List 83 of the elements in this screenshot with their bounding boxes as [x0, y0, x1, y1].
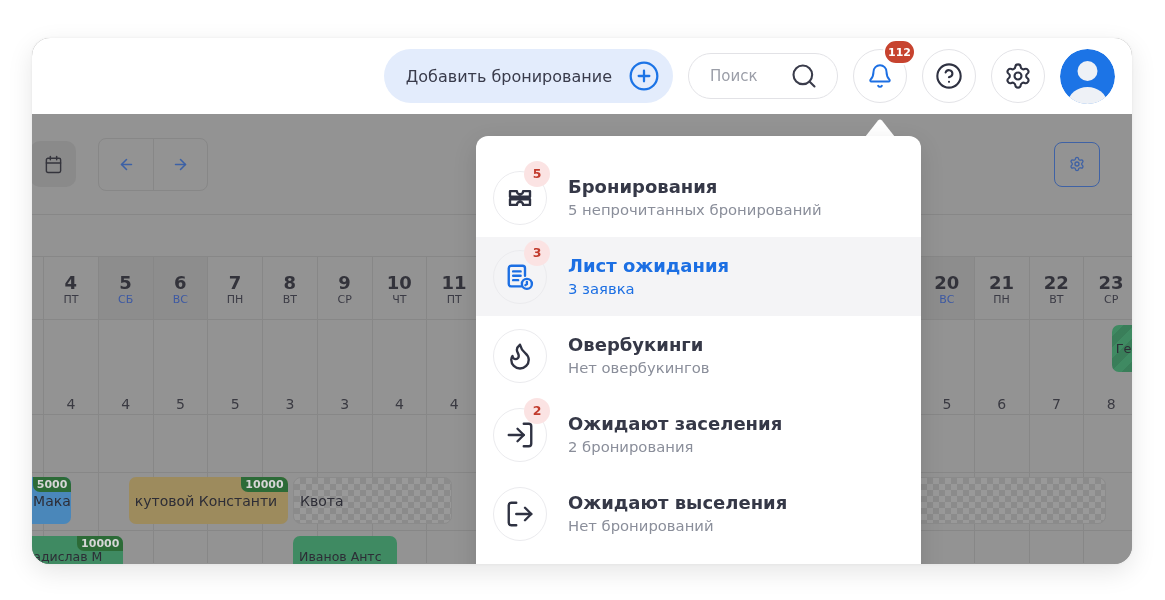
weekday-label: СР	[337, 292, 352, 307]
day-number: 4	[64, 271, 78, 293]
settings-icon	[1004, 62, 1032, 90]
menu-item-title: Овербукинги	[568, 334, 705, 356]
availability-count: 7	[1051, 396, 1061, 412]
day-number: 22	[1043, 271, 1069, 293]
availability-count: 3	[340, 396, 350, 412]
weekday-label: СБ	[118, 292, 134, 307]
quota-label: Квота	[300, 492, 344, 509]
weekday-label: ПТ	[63, 292, 79, 307]
menu-item-subtitle: Нет бронирований	[568, 517, 715, 535]
guest-name: Мака	[33, 492, 71, 509]
weekday-label: ПН	[226, 292, 244, 307]
calendar-icon	[43, 154, 63, 174]
count-badge: 5	[524, 160, 550, 187]
search-input[interactable]: Поиск	[710, 67, 766, 85]
day-number: 6	[174, 271, 187, 293]
day-number: 23	[1098, 271, 1124, 293]
weekday-label: ВС	[939, 292, 955, 307]
weekday-label: ВТ	[282, 292, 297, 307]
weekday-label: СР	[1103, 292, 1119, 307]
guest-name: Ге	[1115, 340, 1132, 357]
avatar-icon[interactable]	[1060, 48, 1115, 104]
menu-item-subtitle: 5 непрочитанных бронирований	[568, 201, 822, 219]
help-icon	[935, 62, 963, 90]
settings-button[interactable]	[991, 49, 1045, 103]
guest-name: адислав М	[33, 551, 103, 563]
availability-count: 4	[394, 396, 404, 412]
menu-item-subtitle: 3 заявка	[568, 280, 636, 298]
weekday-label: ПТ	[446, 292, 462, 307]
guest-name: Иванов Антс	[299, 551, 382, 563]
booking-bar[interactable]: Ге	[1111, 325, 1132, 372]
menu-item[interactable]: Ожидают выселения Нет бронирований	[476, 474, 921, 553]
menu-item[interactable]: Овербукинги Нет овербукингов	[476, 316, 921, 395]
menu-item[interactable]: 3 Лист ожидания 3 заявка	[476, 237, 921, 316]
day-number: 20	[934, 271, 960, 293]
weekday-label: ВС	[172, 292, 188, 307]
availability-count: 3	[285, 396, 295, 412]
menu-item-title: Лист ожидания	[568, 255, 730, 277]
day-number: 5	[119, 271, 132, 293]
price-badge: 5000	[32, 477, 72, 492]
menu-item-subtitle: Нет овербукингов	[568, 359, 710, 377]
weekday-label: ВТ	[1049, 292, 1064, 307]
plus-circle-icon	[628, 60, 660, 92]
menu-item[interactable]: 2 Ожидают заселения 2 бронирования	[476, 395, 921, 474]
day-number: 11	[441, 271, 467, 293]
price-badge: 10000	[77, 536, 124, 551]
day-number: 21	[989, 271, 1015, 293]
day-number: 9	[338, 271, 351, 293]
day-number: 10	[386, 271, 412, 293]
guest-name: кутовой Константи	[134, 492, 278, 509]
menu-item-subtitle: 2 бронирования	[568, 438, 695, 456]
menu-item-title: Ожидают заселения	[568, 413, 783, 435]
booking-bar[interactable]: Иванов Антс	[293, 536, 398, 564]
booking-bar[interactable]: адислав М 10000	[32, 536, 124, 564]
quota-block[interactable]: Квота	[293, 477, 452, 524]
price-badge: 10000	[241, 477, 288, 492]
availability-count: 5	[175, 396, 185, 412]
booking-bar[interactable]: кутовой Константи 10000	[128, 477, 288, 524]
add-booking-button[interactable]: Добавить бронирование	[383, 49, 673, 103]
menu-item-title: Бронирования	[568, 176, 719, 198]
availability-count: 4	[449, 396, 459, 412]
help-button[interactable]	[922, 49, 976, 103]
menu-item[interactable]: 5 Бронирования 5 непрочитанных бронирований	[476, 158, 921, 237]
availability-count: 5	[942, 396, 952, 412]
day-number: 7	[228, 271, 242, 293]
notifications-button[interactable]: 112	[853, 39, 911, 103]
availability-count: 4	[121, 396, 131, 412]
day-number: 8	[283, 271, 297, 293]
menu-item-title: Ожидают выселения	[568, 492, 788, 514]
availability-count: 5	[230, 396, 240, 412]
weekday-label: ЧТ	[392, 292, 407, 307]
count-badge: 2	[524, 397, 550, 424]
settings-icon	[1069, 156, 1085, 172]
search-icon[interactable]	[790, 62, 818, 90]
availability-count: 4	[66, 396, 76, 412]
booking-bar[interactable]: Мака 5000	[32, 477, 72, 524]
notification-count-badge: 112	[883, 39, 916, 65]
count-badge: 3	[524, 239, 550, 266]
availability-count: 6	[997, 396, 1007, 412]
availability-count: 8	[1106, 396, 1116, 412]
calendar-button[interactable]	[32, 141, 76, 187]
weekday-label: ПН	[993, 292, 1010, 307]
